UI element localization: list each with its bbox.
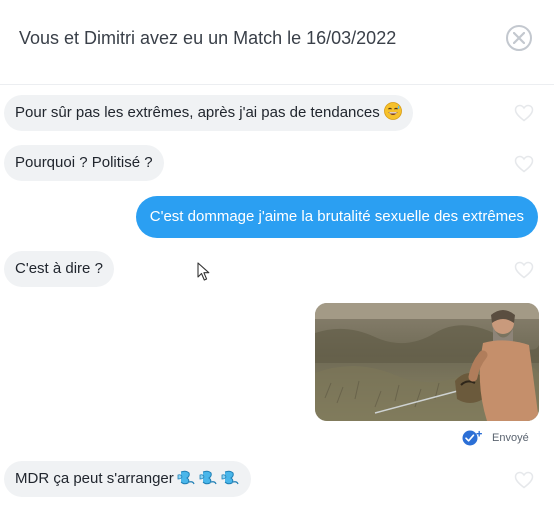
message-text: Pour sûr pas les extrêmes, après j'ai pa… (15, 104, 380, 121)
mouse-cursor-icon (197, 262, 210, 281)
incoming-message[interactable]: MDR ça peut s'arranger (4, 461, 251, 497)
like-heart-icon[interactable] (514, 155, 534, 173)
sweat-droplets-emoji-icon (198, 464, 218, 485)
double-check-icon (462, 430, 483, 446)
message-text: Pourquoi ? Politisé ? (15, 154, 153, 171)
close-icon[interactable] (506, 25, 532, 51)
sent-status: Envoyé (462, 430, 529, 446)
incoming-message[interactable]: Pour sûr pas les extrêmes, après j'ai pa… (4, 95, 413, 131)
image-attachment[interactable] (315, 303, 539, 421)
sweat-droplets-emoji-icon (176, 464, 196, 485)
like-heart-icon[interactable] (514, 261, 534, 279)
photo-image (315, 303, 539, 421)
incoming-message[interactable]: C'est à dire ? (4, 251, 114, 287)
message-text: C'est à dire ? (15, 260, 103, 277)
grinning-sweat-emoji-icon (383, 98, 402, 120)
message-text: C'est dommage j'aime la brutalité sexuel… (149, 208, 524, 225)
sweat-droplets-emoji-icon (220, 464, 240, 485)
incoming-message[interactable]: Pourquoi ? Politisé ? (4, 145, 164, 181)
like-heart-icon[interactable] (514, 471, 534, 489)
outgoing-message[interactable]: C'est dommage j'aime la brutalité sexuel… (135, 196, 538, 238)
like-heart-icon[interactable] (514, 104, 534, 122)
status-label: Envoyé (492, 432, 529, 444)
message-text: MDR ça peut s'arranger (15, 470, 174, 487)
chat-header: Vous et Dimitri avez eu un Match le 16/0… (0, 0, 554, 85)
match-title: Vous et Dimitri avez eu un Match le 16/0… (19, 28, 397, 48)
